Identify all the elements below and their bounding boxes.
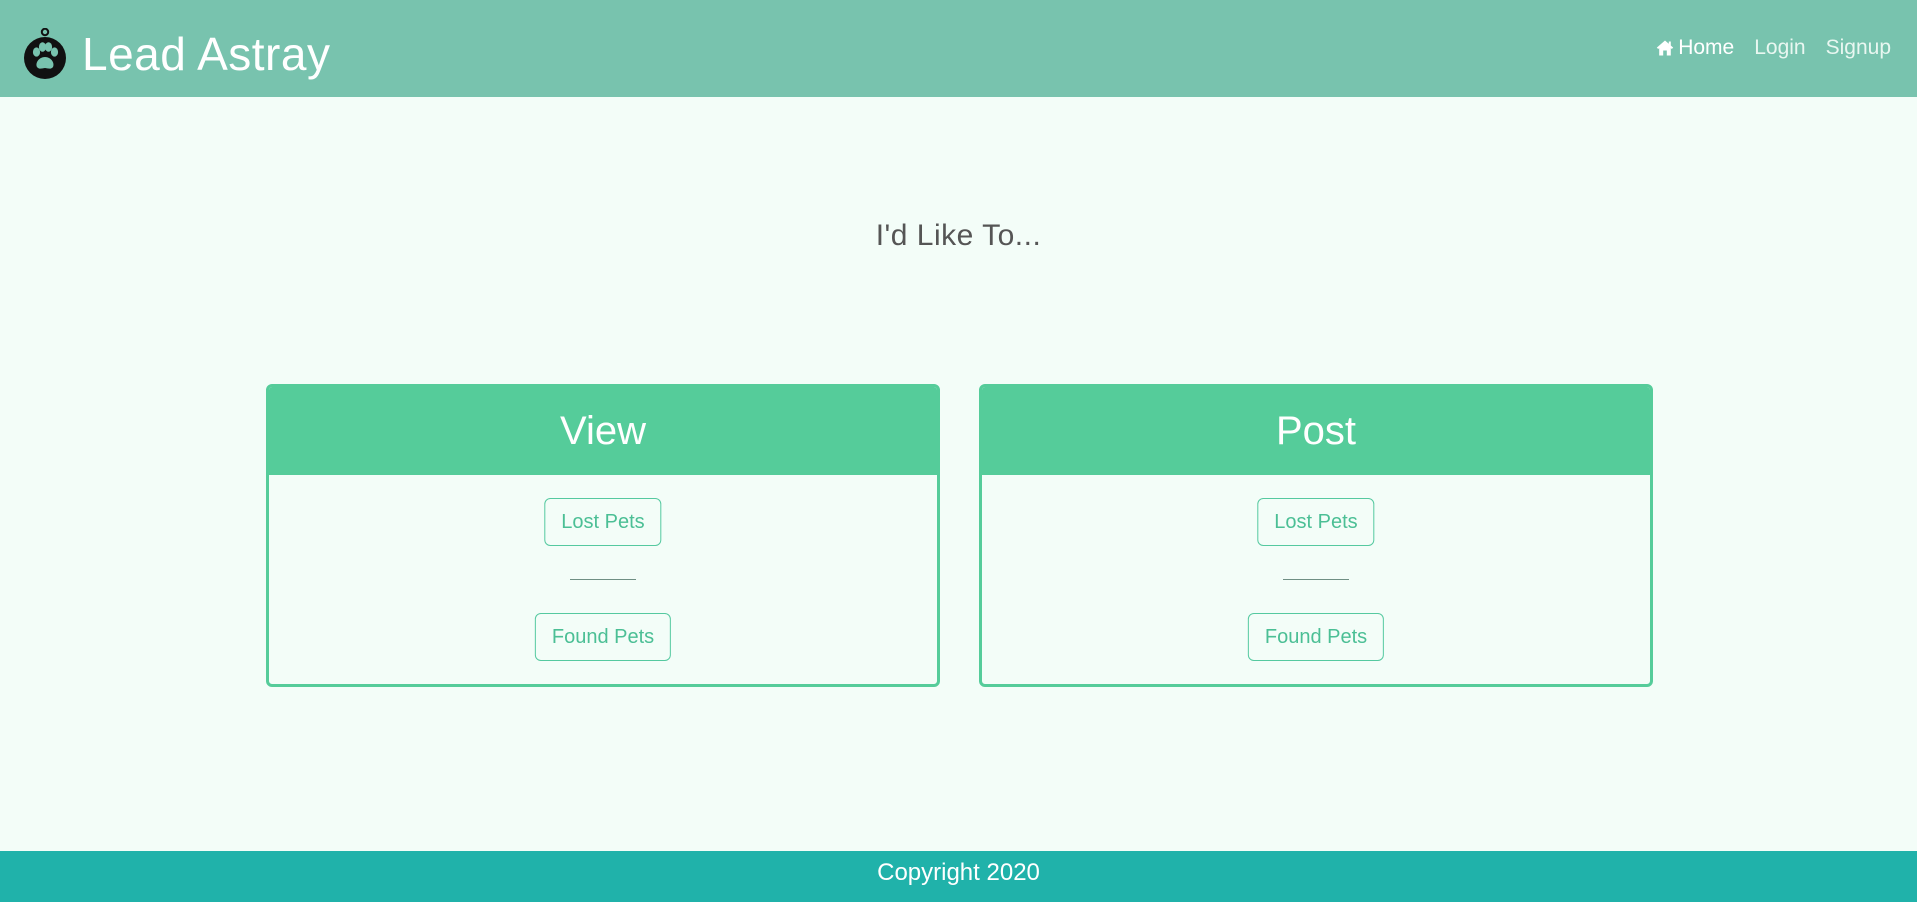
view-card: View Lost Pets Found Pets — [266, 384, 940, 687]
nav-signup-label: Signup — [1825, 36, 1891, 59]
page-prompt: I'd Like To... — [875, 219, 1042, 252]
nav-login-label: Login — [1754, 36, 1806, 59]
nav-signup-link[interactable]: Signup — [1826, 36, 1891, 60]
view-card-title: View — [269, 387, 937, 475]
nav-login-link[interactable]: Login — [1754, 36, 1805, 60]
view-card-body: Lost Pets Found Pets — [269, 475, 937, 684]
nav-links: Home Login Signup — [1656, 36, 1891, 60]
post-card-divider — [1283, 579, 1349, 580]
nav-home-label: Home — [1678, 36, 1735, 59]
view-lost-pets-button[interactable]: Lost Pets — [544, 498, 662, 546]
brand-link[interactable]: Lead Astray — [22, 28, 330, 80]
post-card-title: Post — [982, 387, 1650, 475]
nav-home-link[interactable]: Home — [1656, 36, 1734, 60]
navbar: Lead Astray Home Login Signup — [0, 0, 1917, 97]
copyright-text: Copyright 2020 — [877, 859, 1040, 886]
view-card-divider — [570, 579, 636, 580]
footer: Copyright 2020 — [0, 851, 1917, 902]
post-card-body: Lost Pets Found Pets — [982, 475, 1650, 684]
paw-tag-icon — [24, 28, 66, 79]
brand-name: Lead Astray — [82, 28, 331, 80]
post-card: Post Lost Pets Found Pets — [979, 384, 1653, 687]
post-lost-pets-button[interactable]: Lost Pets — [1257, 498, 1375, 546]
post-found-pets-button[interactable]: Found Pets — [1247, 613, 1385, 661]
view-found-pets-button[interactable]: Found Pets — [534, 613, 672, 661]
home-icon — [1656, 40, 1674, 56]
